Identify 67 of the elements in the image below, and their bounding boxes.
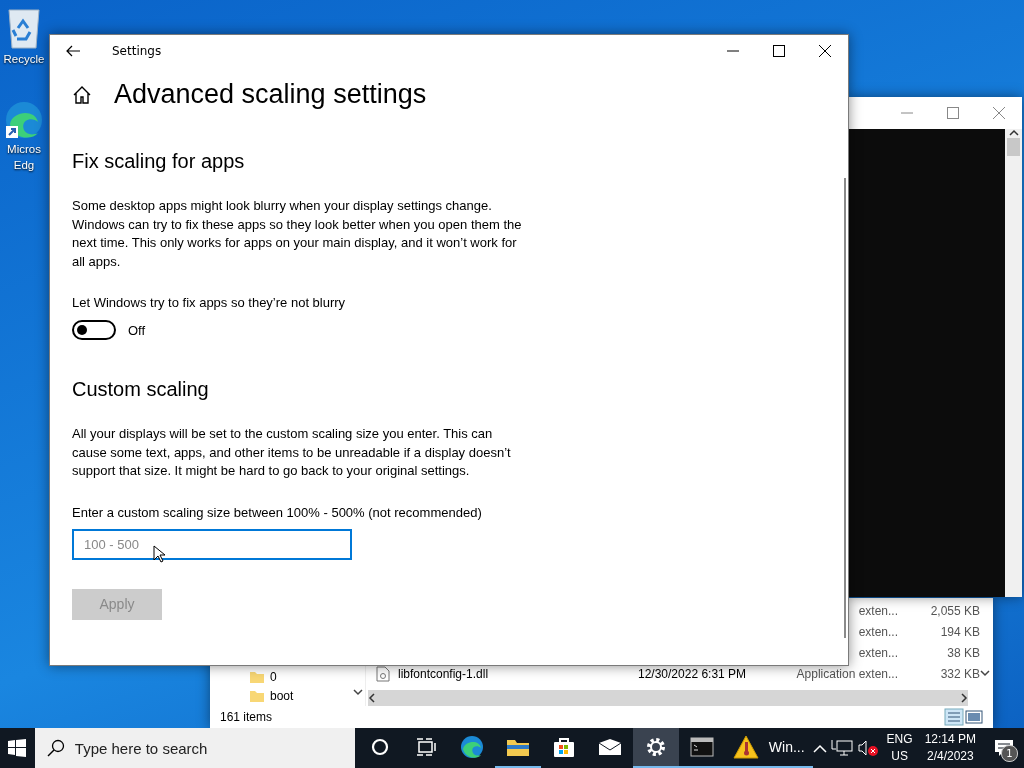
toggle-switch[interactable] (72, 320, 116, 340)
cortana-icon (369, 737, 390, 757)
envelope-icon (597, 738, 622, 756)
preview-view-icon[interactable] (964, 708, 984, 726)
edge-icon (4, 100, 44, 140)
chevron-left-icon[interactable] (368, 693, 375, 703)
task-view-icon (415, 737, 436, 757)
gear-icon (644, 736, 667, 758)
window-title: Settings (111, 44, 163, 58)
folder-icon (250, 671, 264, 683)
edge-icon (459, 735, 484, 759)
chevron-up-icon[interactable] (1008, 129, 1019, 136)
folder-icon (505, 737, 530, 757)
terminal-icon (689, 737, 714, 757)
taskbar-app-button[interactable]: Win... (724, 728, 813, 768)
clock-date[interactable]: 2/4/2023 (926, 748, 974, 765)
recycle-bin-icon (5, 6, 43, 50)
network-icon[interactable] (830, 739, 853, 757)
file-size: 38 KB (946, 645, 980, 660)
item-count: 161 items (220, 710, 273, 724)
vertical-scrollbar[interactable] (1005, 129, 1022, 597)
toggle-state: Off (128, 322, 146, 338)
taskbar-app-icon-button[interactable] (632, 728, 679, 768)
scrollbar-thumb[interactable] (1007, 138, 1020, 156)
close-icon[interactable] (817, 43, 833, 59)
search-field[interactable]: Type here to search (34, 728, 355, 768)
file-type: exten... (857, 624, 899, 639)
scaling-input-field[interactable]: 100 - 500 (72, 528, 352, 560)
tree-item[interactable]: 0 (270, 670, 277, 684)
speaker-muted-icon[interactable] (856, 739, 879, 757)
clock-time[interactable]: 12:14 PM (924, 731, 976, 748)
icon-label[interactable]: Edg (13, 158, 35, 172)
tree-item[interactable]: boot (270, 689, 294, 703)
file-size: 332 KB (939, 666, 980, 681)
cursor-icon (153, 545, 165, 563)
chevron-down-icon (980, 670, 990, 677)
field-label: Enter a custom scaling size between 100% - 500% (not recommended) (72, 504, 483, 520)
language-indicator[interactable]: ENG (886, 731, 913, 748)
file-type: Application exten... (795, 666, 899, 681)
language-indicator[interactable]: US (891, 748, 908, 765)
horizontal-scrollbar[interactable] (368, 690, 968, 706)
windows-logo-icon[interactable] (8, 739, 27, 757)
search-icon (46, 739, 65, 757)
folder-icon (250, 690, 264, 702)
scrollbar[interactable] (844, 178, 846, 638)
section-title: Custom scaling (72, 378, 210, 401)
file-name[interactable]: libfontconfig-1.dll (398, 666, 638, 681)
notification-count-badge: 1 (1001, 745, 1018, 762)
section-description: Some desktop apps might look blurry when your display settings change. Windows can try to fix these apps so they look better when you open them the next time. This only works for apps on your main display, and it won’t work for all apps. (72, 197, 523, 271)
field-label: Let Windows try to fix apps so they’re not blurry (72, 295, 347, 310)
file-size: 194 KB (939, 624, 980, 639)
file-type: exten... (857, 603, 899, 618)
maximize-icon[interactable] (771, 43, 787, 59)
section-title: Fix scaling for apps (72, 150, 246, 173)
file-type: exten... (857, 645, 899, 660)
home-icon[interactable] (72, 84, 92, 105)
file-date: 12/30/2022 6:31 PM (638, 666, 748, 681)
shopping-bag-icon (552, 736, 575, 758)
icon-label[interactable]: Micros (7, 142, 41, 156)
page-heading: Advanced scaling settings (114, 79, 427, 110)
warning-thermometer-icon (732, 735, 759, 759)
chevron-down-icon (353, 689, 363, 696)
file-size: 2,055 KB (929, 603, 980, 618)
back-arrow-icon[interactable] (65, 43, 81, 59)
chevron-right-icon[interactable] (961, 693, 968, 703)
section-description: All your displays will be set to the custom scaling size you enter. This can cause some text, apps, and other items to be unreadable if a display doesn’t support that size. It might be hard to go back to your original settings. (72, 425, 512, 480)
icon-label[interactable]: Recycle (3, 52, 45, 66)
